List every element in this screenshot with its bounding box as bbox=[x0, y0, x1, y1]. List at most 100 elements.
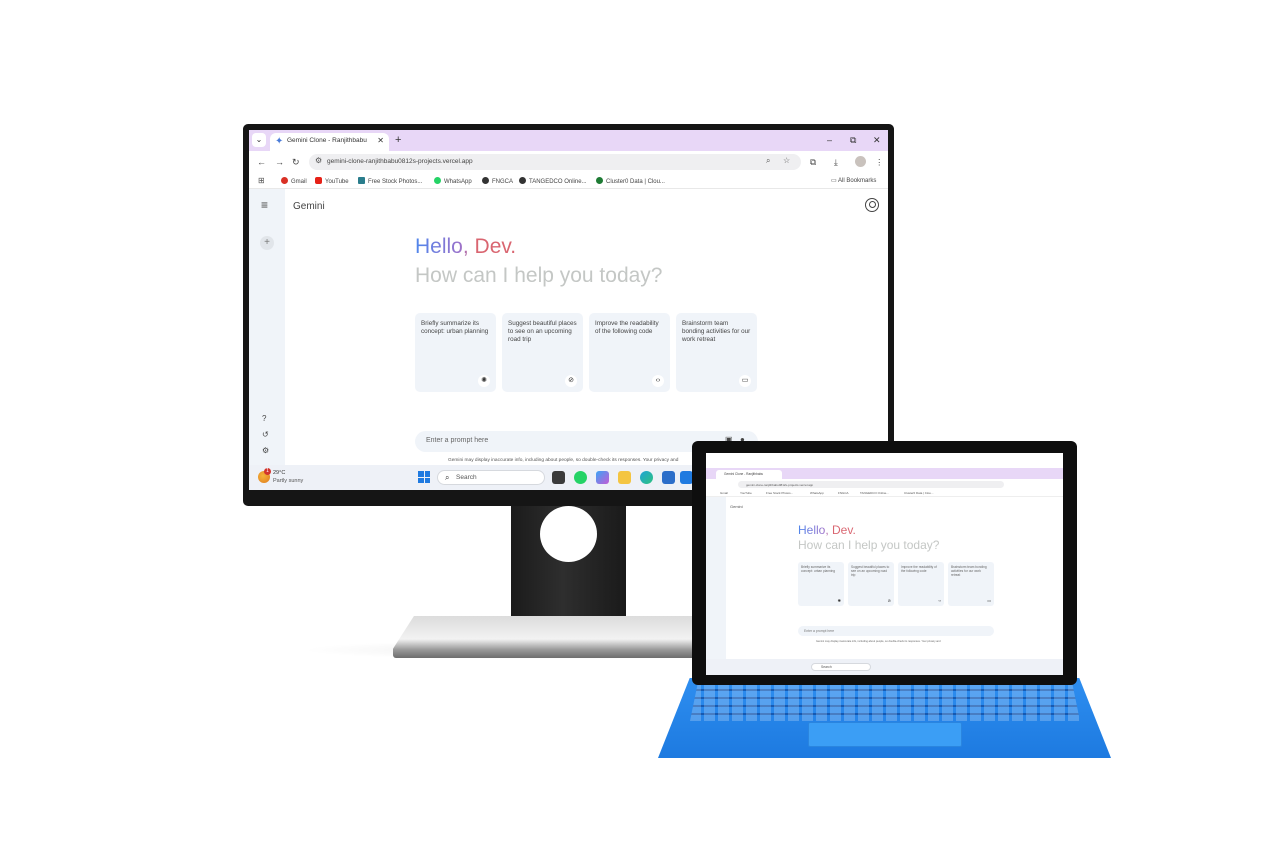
browser-tab-active[interactable]: ✦ Gemini Clone - Ranjithbabu ✕ bbox=[270, 133, 389, 151]
site-info-icon[interactable]: ⚙ bbox=[315, 156, 322, 165]
suggestion-card[interactable]: Suggest beautiful places to see on an up… bbox=[502, 313, 583, 392]
forward-arrow-icon[interactable]: → bbox=[275, 156, 284, 168]
bookmarks-bar: ⊞ Gmail YouTube Free Stock Photos... Wha… bbox=[249, 173, 888, 189]
laptop-search-label: Search bbox=[821, 665, 832, 669]
monitor-screen: ⌄ ✦ Gemini Clone - Ranjithbabu ✕ + – ⧉ ✕… bbox=[249, 130, 888, 490]
help-icon[interactable]: ? bbox=[262, 414, 266, 423]
laptop-greeting: Hello, Dev. bbox=[798, 523, 856, 537]
laptop-prompt-placeholder: Enter a prompt here bbox=[804, 628, 835, 633]
suggestion-card[interactable]: Briefly summarize its concept: urban pla… bbox=[415, 313, 496, 392]
laptop-card-text: Improve the readability of the following… bbox=[901, 565, 937, 573]
laptop-taskbar-search[interactable]: Search bbox=[811, 663, 871, 671]
bookmark-fngca[interactable]: FNGCA bbox=[482, 177, 513, 185]
laptop-browser-tab[interactable]: Gemini Clone - Ranjithbabu bbox=[716, 470, 782, 479]
download-icon[interactable]: ⤓ bbox=[834, 156, 838, 168]
laptop-tab-title: Gemini Clone - Ranjithbabu bbox=[724, 472, 764, 476]
message-icon: ▭ bbox=[987, 598, 991, 603]
settings-icon[interactable]: ⚙ bbox=[262, 446, 269, 455]
laptop-suggestion-card[interactable]: Brainstorm team bonding activities for o… bbox=[948, 562, 994, 606]
restore-button[interactable]: ⧉ bbox=[850, 133, 856, 147]
laptop-taskbar: Search bbox=[706, 659, 1063, 675]
bookmark-whatsapp[interactable]: WhatsApp bbox=[434, 177, 472, 185]
compass-icon: ⊘ bbox=[565, 375, 577, 387]
laptop-address-bar[interactable]: gemini-clone-ranjithbabu0812s-projects.v… bbox=[738, 481, 1004, 488]
apps-grid-icon[interactable]: ⊞ bbox=[258, 176, 265, 185]
laptop-bookmark[interactable]: FNGCA bbox=[838, 491, 849, 495]
all-bookmarks[interactable]: ▭ All Bookmarks bbox=[831, 177, 876, 184]
laptop-card-text: Suggest beautiful places to see on an up… bbox=[851, 565, 890, 577]
laptop-bookmark[interactable]: WhatsApp bbox=[810, 491, 824, 495]
browser-toolbar: ← → ↻ ⚙ gemini-clone-ranjithbabu0812s-pr… bbox=[249, 151, 888, 173]
taskbar-search[interactable]: ⌕ Search bbox=[437, 470, 545, 485]
bookmark-star-icon[interactable]: ☆ bbox=[783, 156, 790, 165]
menu-icon[interactable]: ≡ bbox=[261, 199, 268, 211]
gemini-favicon-icon: ✦ bbox=[275, 136, 284, 147]
bookmark-tangedco[interactable]: TANGEDCO Online... bbox=[519, 177, 587, 185]
laptop-suggestion-card[interactable]: Suggest beautiful places to see on an up… bbox=[848, 562, 894, 606]
window-close-button[interactable]: ✕ bbox=[873, 133, 881, 147]
gmail-icon bbox=[281, 177, 288, 184]
browser-menu-icon[interactable]: ⋮ bbox=[875, 156, 884, 168]
bookmark-gmail[interactable]: Gmail bbox=[281, 177, 307, 185]
laptop-disclaimer: Gemini may display inaccurate info, incl… bbox=[816, 640, 941, 643]
laptop-prompt-input[interactable]: Enter a prompt here bbox=[798, 626, 994, 636]
lightbulb-icon: ✺ bbox=[837, 598, 841, 603]
laptop-bookmark[interactable]: Gmail bbox=[720, 491, 728, 495]
history-icon[interactable]: ↺ bbox=[262, 430, 269, 439]
laptop-suggestion-card[interactable]: Improve the readability of the following… bbox=[898, 562, 944, 606]
new-tab-button[interactable]: + bbox=[395, 133, 401, 147]
store-icon[interactable] bbox=[662, 471, 675, 484]
new-chat-icon[interactable]: + bbox=[260, 236, 274, 250]
suggestion-card[interactable]: Improve the readability of the following… bbox=[589, 313, 670, 392]
task-view-icon[interactable] bbox=[552, 471, 565, 484]
whatsapp-icon[interactable] bbox=[574, 471, 587, 484]
laptop-suggestion-card[interactable]: Briefly summarize its concept: urban pla… bbox=[798, 562, 844, 606]
folder-icon: ▭ bbox=[831, 178, 839, 184]
youtube-icon bbox=[315, 177, 322, 184]
back-arrow-icon[interactable]: ← bbox=[257, 156, 266, 168]
profile-avatar[interactable] bbox=[855, 156, 866, 167]
taskbar-search-label: Search bbox=[456, 474, 477, 481]
windows-start-icon[interactable] bbox=[418, 471, 430, 483]
laptop-bookmark[interactable]: TANGEDCO Online... bbox=[860, 491, 889, 495]
globe-icon bbox=[519, 177, 526, 184]
message-icon: ▭ bbox=[739, 375, 751, 387]
minimize-button[interactable]: – bbox=[827, 133, 832, 147]
laptop-subheading: How can I help you today? bbox=[798, 538, 940, 552]
laptop-keys bbox=[690, 683, 1080, 721]
laptop-bookmark[interactable]: Cluster0 Data | Clou... bbox=[904, 491, 933, 495]
app-title: Gemini bbox=[293, 201, 325, 212]
zoom-search-icon[interactable]: ⌕ bbox=[766, 156, 770, 166]
bookmark-free-stock-photos[interactable]: Free Stock Photos... bbox=[358, 177, 422, 185]
suggestion-card[interactable]: Brainstorm team bonding activities for o… bbox=[676, 313, 757, 392]
file-explorer-icon[interactable] bbox=[618, 471, 631, 484]
laptop-sidebar bbox=[706, 497, 726, 659]
laptop-bookmark[interactable]: YouTube bbox=[740, 491, 752, 495]
edge-icon[interactable] bbox=[640, 471, 653, 484]
monitor-stand-hole bbox=[540, 506, 597, 562]
laptop-card-text: Brainstorm team bonding activities for o… bbox=[951, 565, 987, 577]
laptop-bookmarks-bar: Gmail YouTube Free Stock Photos... Whats… bbox=[706, 489, 1063, 497]
code-icon: ‹› bbox=[652, 375, 664, 387]
extensions-icon[interactable]: ⧉ bbox=[810, 156, 816, 168]
reload-icon[interactable]: ↻ bbox=[292, 156, 300, 168]
laptop-bookmark[interactable]: Free Stock Photos... bbox=[766, 491, 793, 495]
address-bar-url: gemini-clone-ranjithbabu0812s-projects.v… bbox=[327, 158, 473, 165]
address-bar[interactable]: ⚙ gemini-clone-ranjithbabu0812s-projects… bbox=[309, 154, 801, 170]
user-account-icon[interactable] bbox=[865, 198, 879, 212]
tab-close-icon[interactable]: ✕ bbox=[377, 136, 384, 145]
whatsapp-icon bbox=[434, 177, 441, 184]
gemini-app: ≡ + ? ↺ ⚙ Gemini Hello, Dev. How can I h… bbox=[249, 189, 888, 465]
laptop-touchpad bbox=[808, 722, 962, 747]
weather-temperature: 29°C bbox=[273, 470, 286, 476]
bookmark-cluster0[interactable]: Cluster0 Data | Clou... bbox=[596, 177, 665, 185]
bookmark-youtube[interactable]: YouTube bbox=[315, 177, 349, 185]
suggestion-card-text: Brainstorm team bonding activities for o… bbox=[682, 320, 751, 343]
compass-icon: ⊘ bbox=[887, 598, 891, 603]
mongodb-icon bbox=[596, 177, 603, 184]
sidebar: ≡ + ? ↺ ⚙ bbox=[249, 189, 285, 465]
laptop-screen: Gemini Clone - Ranjithbabu gemini-clone-… bbox=[706, 453, 1063, 675]
copilot-icon[interactable] bbox=[596, 471, 609, 484]
tab-search-icon[interactable]: ⌄ bbox=[252, 133, 266, 147]
code-icon: ‹› bbox=[938, 598, 941, 603]
